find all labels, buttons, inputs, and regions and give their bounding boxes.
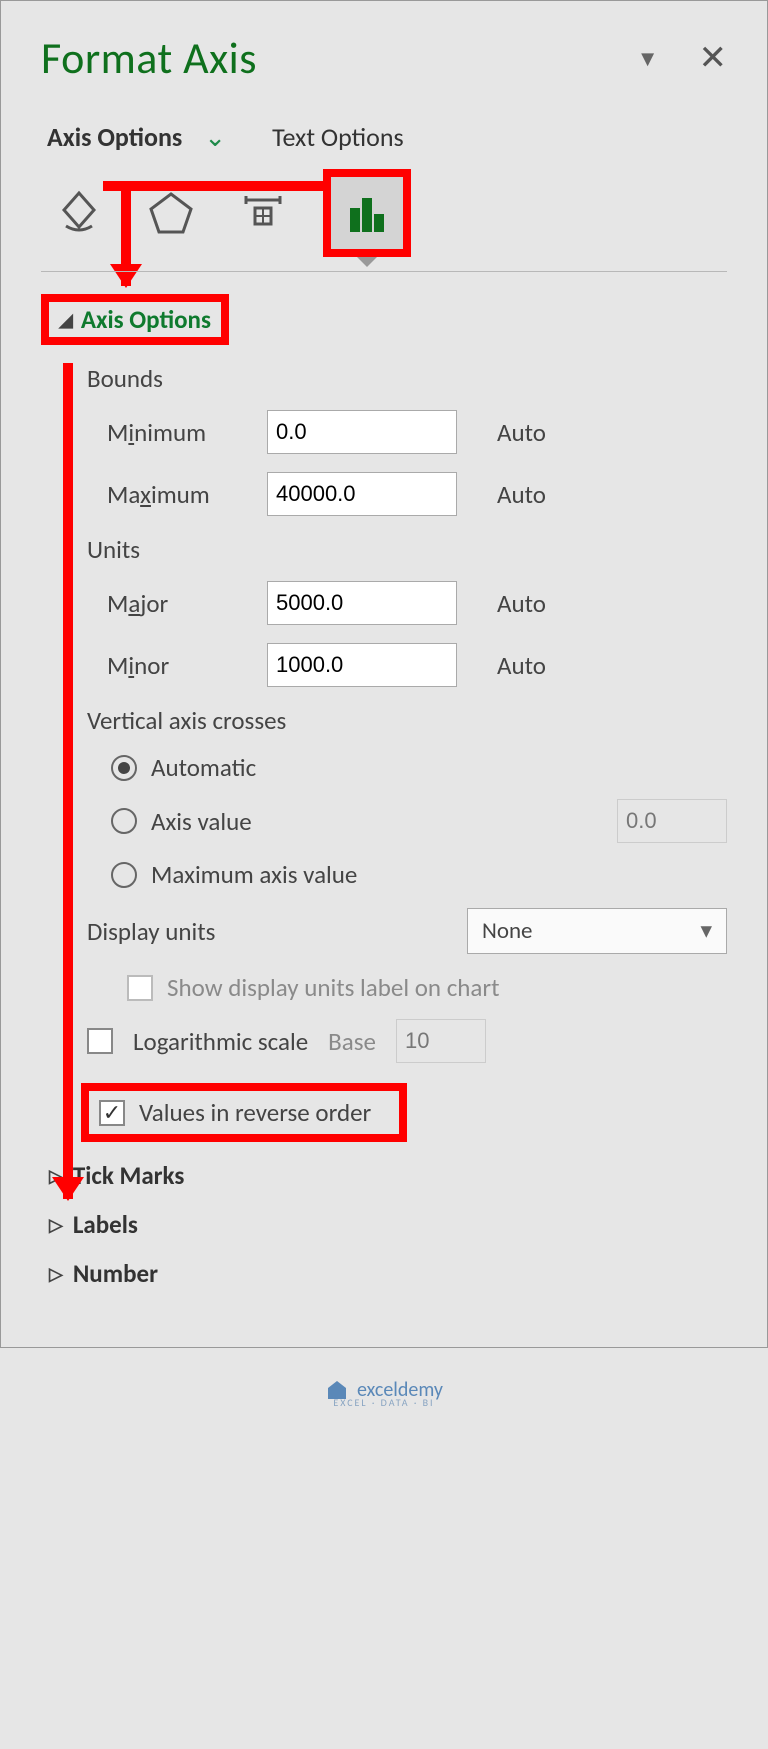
radio-icon [111,862,137,888]
major-input[interactable] [267,581,457,625]
pane-title: Format Axis [41,31,257,85]
reverse-order-label: Values in reverse order [139,1097,371,1128]
collapse-triangle-icon: ◢ [59,309,73,331]
crosses-label: Vertical axis crosses [87,705,727,736]
radio-icon [111,755,137,781]
reverse-order-checkbox-row[interactable]: ✓ Values in reverse order [81,1083,407,1142]
minimum-input[interactable] [267,410,457,454]
maximum-input[interactable] [267,472,457,516]
checkbox-icon: ✓ [99,1100,125,1126]
minimum-label: Minimum [87,417,257,448]
major-auto[interactable]: Auto [497,588,546,619]
units-label: Units [87,534,727,565]
minor-input[interactable] [267,643,457,687]
annotation-arrow-long [63,363,73,1199]
axis-options-section-header[interactable]: ◢ Axis Options [41,294,229,345]
checkbox-icon [127,975,153,1001]
display-units-label: Display units [87,916,215,947]
pane-menu-caret-icon[interactable]: ▼ [637,45,659,72]
watermark-sub: EXCEL · DATA · BI [0,1396,768,1429]
base-input [396,1019,486,1063]
expand-triangle-icon: ▷ [49,1263,63,1285]
base-label: Base [328,1026,376,1057]
fill-line-icon[interactable] [47,181,111,245]
number-section[interactable]: ▷ Number [49,1258,727,1289]
radio-max-axis-value[interactable]: Maximum axis value [111,859,727,890]
maximum-auto[interactable]: Auto [497,479,546,510]
effects-icon[interactable] [139,181,203,245]
display-units-select[interactable]: None ▾ [467,908,727,954]
maximum-label: Maximum [87,479,257,510]
tick-marks-section[interactable]: ▷ Tick Marks [49,1160,727,1191]
format-axis-pane: Format Axis ▼ ✕ Axis Options ⌄ Text Opti… [0,0,768,1348]
radio-automatic[interactable]: Automatic [111,752,727,783]
axis-value-input [617,799,727,843]
major-label: Major [87,588,257,619]
chevron-down-icon[interactable]: ⌄ [204,121,226,153]
tab-axis-options[interactable]: Axis Options [47,121,182,153]
log-scale-checkbox[interactable] [87,1028,113,1054]
minor-auto[interactable]: Auto [497,650,546,681]
labels-section[interactable]: ▷ Labels [49,1209,727,1240]
axis-options-icon[interactable] [323,169,411,257]
show-units-label-checkbox: Show display units label on chart [127,972,727,1003]
bounds-label: Bounds [87,363,727,394]
radio-icon [111,808,137,834]
close-icon[interactable]: ✕ [699,38,728,79]
log-scale-label: Logarithmic scale [133,1026,308,1057]
tab-text-options[interactable]: Text Options [272,121,404,153]
chevron-down-icon: ▾ [700,917,712,945]
size-properties-icon[interactable] [231,181,295,245]
expand-triangle-icon: ▷ [49,1214,63,1236]
minor-label: Minor [87,650,257,681]
radio-axis-value[interactable]: Axis value [111,799,727,843]
minimum-auto[interactable]: Auto [497,417,546,448]
